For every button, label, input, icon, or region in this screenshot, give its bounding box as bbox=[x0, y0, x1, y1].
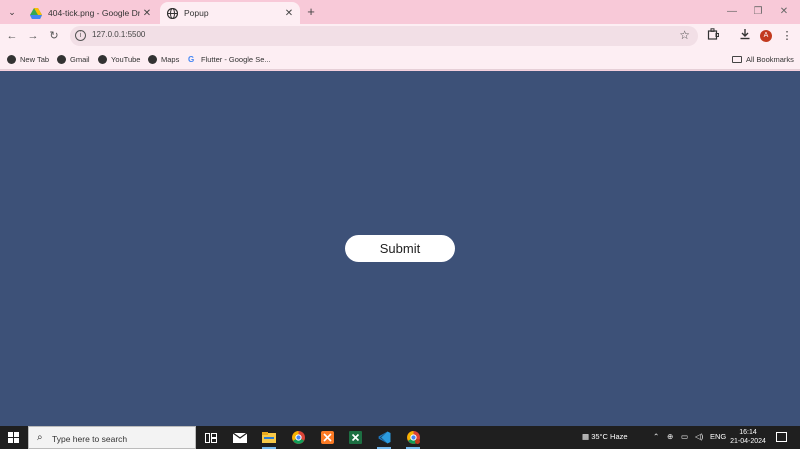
mail-icon[interactable] bbox=[231, 429, 249, 446]
clock-time: 16:14 bbox=[739, 429, 757, 436]
submit-button[interactable]: Submit bbox=[345, 235, 455, 262]
windows-taskbar: ⌕ Type here to search ▦ 35°C Haze ⌃ ⊕ ▭ … bbox=[0, 426, 800, 449]
tab-close-icon[interactable]: ✕ bbox=[140, 8, 154, 19]
tab-google-drive[interactable]: 404-tick.png - Google Drive ✕ bbox=[24, 2, 158, 24]
page-content: Submit bbox=[0, 71, 800, 426]
taskbar-search-input[interactable]: ⌕ Type here to search bbox=[28, 426, 196, 449]
file-explorer-icon[interactable] bbox=[260, 429, 278, 449]
window-close-icon[interactable]: ✕ bbox=[772, 4, 796, 20]
notification-center-icon[interactable] bbox=[776, 432, 787, 442]
bookmark-flutter[interactable]: G Flutter - Google Se... bbox=[188, 53, 271, 65]
clock-date: 21-04-2024 bbox=[730, 438, 766, 445]
bookmark-gmail[interactable]: Gmail bbox=[57, 53, 90, 65]
tab-close-icon[interactable]: ✕ bbox=[282, 8, 296, 19]
language-indicator[interactable]: ENG bbox=[710, 432, 726, 441]
tab-popup[interactable]: Popup ✕ bbox=[160, 2, 300, 24]
bookmark-label: New Tab bbox=[20, 54, 50, 64]
volume-icon[interactable]: ◁) bbox=[695, 432, 703, 441]
tab-strip: ⌄ 404-tick.png - Google Drive ✕ Popup ✕ … bbox=[0, 0, 800, 24]
chrome-icon[interactable] bbox=[289, 429, 307, 446]
all-bookmarks-button[interactable]: All Bookmarks bbox=[732, 53, 794, 65]
address-bar[interactable]: i 127.0.0.1:5500 ☆ bbox=[70, 26, 698, 46]
browser-toolbar: ← → ↻ i 127.0.0.1:5500 ☆ ⋮ bbox=[0, 24, 800, 48]
weather-icon: ▦ bbox=[582, 432, 590, 441]
weather-text: 35°C Haze bbox=[591, 432, 628, 441]
site-info-icon[interactable]: i bbox=[75, 30, 86, 41]
bookmark-label: Maps bbox=[161, 54, 180, 64]
bookmark-label: Flutter - Google Se... bbox=[201, 54, 271, 64]
network-icon[interactable]: ⊕ bbox=[667, 432, 673, 441]
avatar[interactable]: A bbox=[760, 30, 772, 42]
xampp-icon[interactable] bbox=[318, 429, 336, 446]
task-view-icon[interactable] bbox=[202, 429, 220, 446]
forward-arrow-icon[interactable]: → bbox=[25, 28, 41, 44]
restore-icon[interactable]: ❐ bbox=[746, 4, 770, 20]
tab-title: 404-tick.png - Google Drive bbox=[48, 8, 140, 18]
extensions-puzzle-icon[interactable] bbox=[705, 28, 721, 44]
search-placeholder: Type here to search bbox=[52, 434, 128, 444]
back-arrow-icon[interactable]: ← bbox=[4, 28, 20, 44]
bookmark-label: YouTube bbox=[111, 54, 141, 64]
vscode-icon[interactable] bbox=[375, 429, 393, 449]
search-icon: ⌕ bbox=[37, 432, 43, 443]
reload-icon[interactable]: ↻ bbox=[46, 28, 62, 44]
battery-icon[interactable]: ▭ bbox=[681, 432, 688, 441]
globe-icon bbox=[166, 7, 178, 19]
windows-start-icon[interactable] bbox=[8, 432, 19, 443]
weather-widget[interactable]: ▦ 35°C Haze bbox=[582, 432, 628, 441]
bookmark-star-icon[interactable]: ☆ bbox=[679, 28, 690, 42]
bookmark-label: Gmail bbox=[70, 54, 90, 64]
google-drive-icon bbox=[30, 7, 42, 19]
globe-icon bbox=[57, 54, 66, 64]
download-icon[interactable] bbox=[737, 28, 753, 44]
more-menu-icon[interactable]: ⋮ bbox=[779, 28, 795, 44]
tab-search-chevron-icon[interactable]: ⌄ bbox=[4, 4, 20, 20]
clock[interactable]: 16:14 21-04-2024 bbox=[728, 428, 768, 446]
tab-title: Popup bbox=[184, 8, 209, 18]
bookmark-new-tab[interactable]: New Tab bbox=[7, 53, 49, 65]
minimize-icon[interactable]: — bbox=[720, 4, 744, 20]
all-bookmarks-label: All Bookmarks bbox=[746, 54, 794, 64]
chrome-profile-icon[interactable] bbox=[404, 429, 422, 449]
bookmark-maps[interactable]: Maps bbox=[148, 53, 179, 65]
globe-icon bbox=[148, 54, 157, 64]
excel-icon[interactable] bbox=[346, 429, 364, 446]
globe-icon bbox=[98, 54, 107, 64]
new-tab-plus-icon[interactable]: + bbox=[304, 4, 318, 20]
tray-overflow-chevron-icon[interactable]: ⌃ bbox=[653, 432, 659, 441]
globe-icon bbox=[7, 54, 16, 64]
bookmarks-bar: New Tab Gmail YouTube Maps G Flutter - G… bbox=[0, 48, 800, 70]
address-url: 127.0.0.1:5500 bbox=[92, 30, 146, 39]
google-icon: G bbox=[188, 54, 195, 64]
folder-icon bbox=[732, 55, 742, 63]
bookmark-youtube[interactable]: YouTube bbox=[98, 53, 140, 65]
